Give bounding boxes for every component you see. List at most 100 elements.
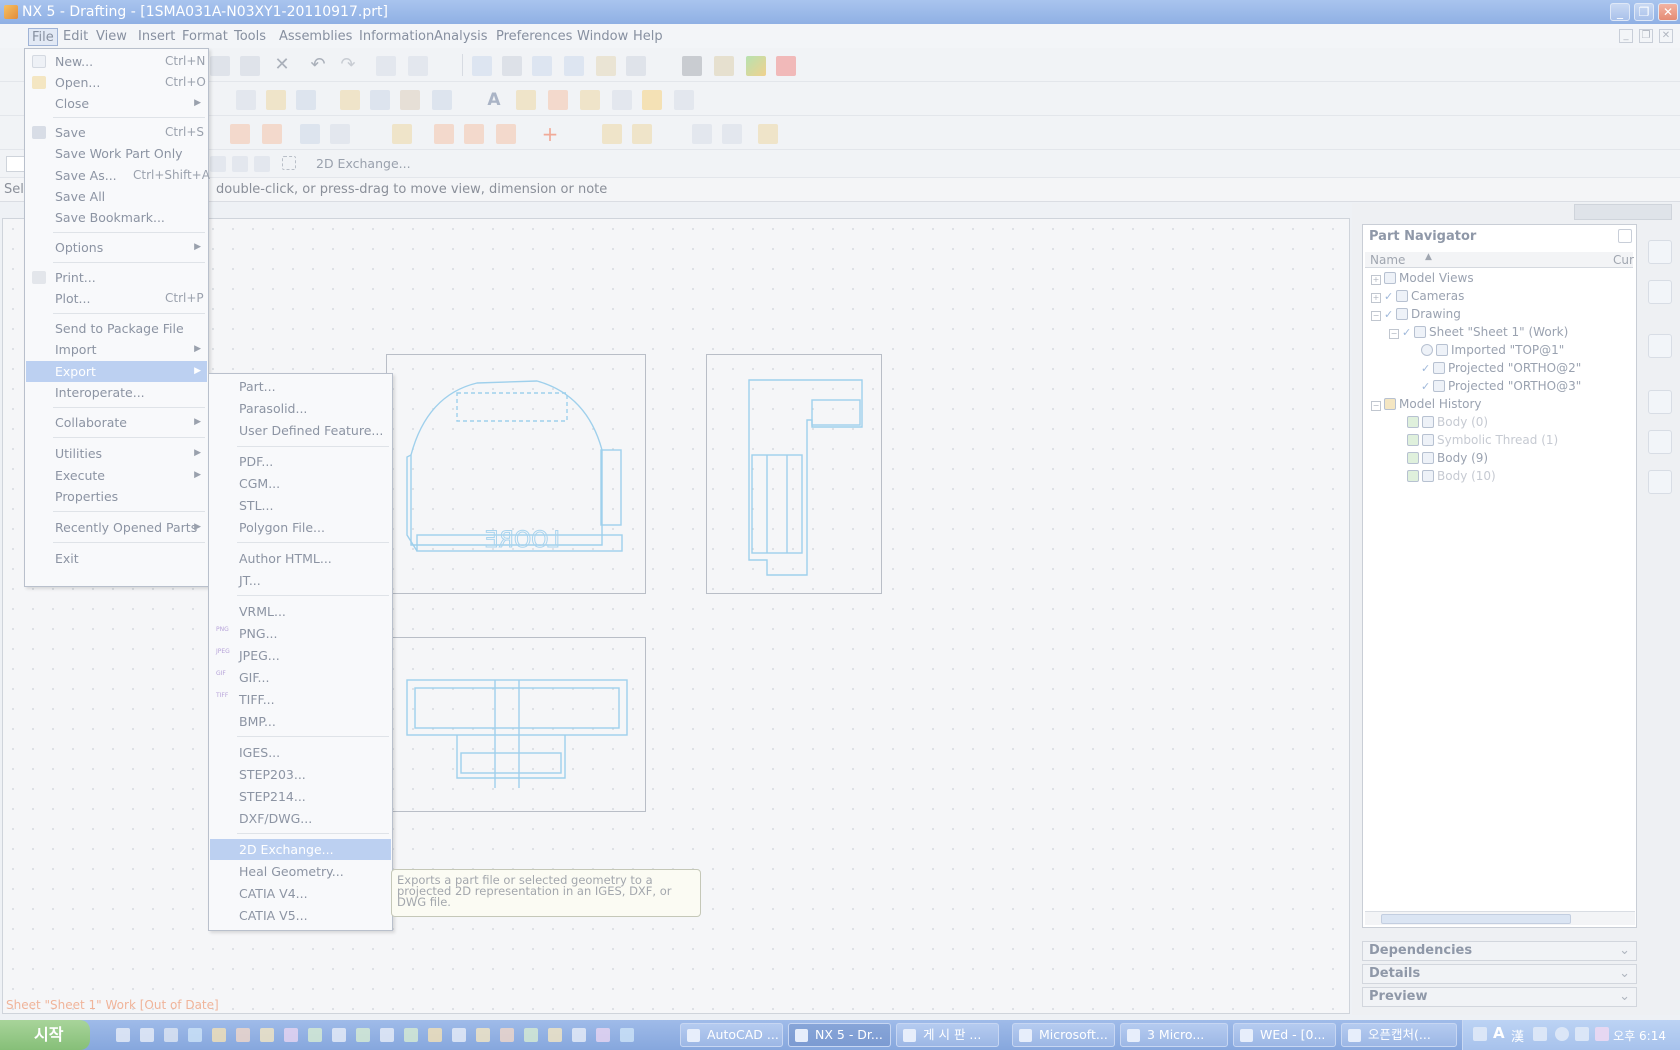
note-icon[interactable] (516, 90, 536, 110)
snap-end-icon[interactable] (232, 156, 248, 172)
preview-panel[interactable]: Preview ⌄ (1362, 987, 1637, 1007)
menu-item-execute[interactable]: Execute ▶ (26, 465, 207, 486)
export-item-png[interactable]: PNG PNG... (210, 623, 391, 644)
checkbox-icon[interactable] (1407, 470, 1419, 482)
scroll-thumb[interactable] (1381, 914, 1571, 924)
menu-item-save-bookmark[interactable]: Save Bookmark... (26, 207, 207, 228)
menu-assemblies[interactable]: Assemblies (276, 28, 355, 46)
menu-item-options[interactable]: Options ▶ (26, 237, 207, 258)
update-view-icon[interactable] (230, 124, 250, 144)
checkbox-icon[interactable] (1407, 452, 1419, 464)
zoom-window-icon[interactable] (502, 56, 522, 76)
table-edit-icon[interactable] (722, 124, 742, 144)
navigator-hscrollbar[interactable] (1365, 911, 1635, 925)
menu-item-recently-opened[interactable]: Recently Opened Parts ▶ (26, 517, 207, 538)
quicklaunch-icon[interactable] (380, 1028, 394, 1042)
menu-item-collaborate[interactable]: Collaborate ▶ (26, 412, 207, 433)
view-frame-bottom[interactable] (386, 637, 646, 812)
trim-icon[interactable] (496, 124, 516, 144)
export-item-step203[interactable]: STEP203... (210, 764, 391, 785)
taskbar-autocad[interactable]: AutoCAD ... (680, 1023, 783, 1047)
export-item-catia-v5[interactable]: CATIA V5... (210, 905, 391, 926)
quicklaunch-icon[interactable] (476, 1028, 490, 1042)
column-name[interactable]: Name (1370, 253, 1405, 267)
tray-icon[interactable] (1473, 1027, 1487, 1041)
minimize-button[interactable]: _ (1610, 3, 1630, 21)
constraint-navigator-icon[interactable] (1648, 280, 1672, 304)
details-panel[interactable]: Details ⌄ (1362, 964, 1637, 984)
ime-icon[interactable]: A (1493, 1024, 1505, 1042)
quicklaunch-icon[interactable] (236, 1028, 250, 1042)
show-desktop-icon[interactable] (116, 1028, 130, 1042)
tree-node-projected-ortho2[interactable]: ✓ Projected "ORTHO@2" (1421, 360, 1581, 376)
menu-edit[interactable]: Edit (60, 28, 91, 46)
taskbar-wed[interactable]: WEd - [0... (1233, 1023, 1336, 1047)
pan-icon[interactable] (596, 56, 616, 76)
snap-mid-icon[interactable] (254, 156, 270, 172)
menu-analysis[interactable]: Analysis (431, 28, 491, 46)
tree-node-body-0[interactable]: Body (0) (1407, 414, 1488, 430)
view-icon[interactable] (340, 90, 360, 110)
menu-item-save-work-part[interactable]: Save Work Part Only (26, 143, 207, 164)
table-icon[interactable] (642, 90, 662, 110)
tree-node-body-10[interactable]: Body (10) (1407, 468, 1496, 484)
pin-icon[interactable] (1618, 229, 1632, 243)
dimension-icon[interactable] (548, 90, 568, 110)
image-icon[interactable] (296, 90, 316, 110)
angle-icon[interactable] (632, 124, 652, 144)
menu-file[interactable]: File (28, 28, 58, 46)
checkbox-icon[interactable] (1407, 434, 1419, 446)
tree-node-cameras[interactable]: + ✓ Cameras (1371, 288, 1464, 304)
zoom-icon[interactable] (532, 56, 552, 76)
export-item-udf[interactable]: User Defined Feature... (210, 420, 391, 441)
tree-node-projected-ortho3[interactable]: ✓ Projected "ORTHO@3" (1421, 378, 1581, 394)
tree-node-sheet[interactable]: − ✓ Sheet "Sheet 1" (Work) (1389, 324, 1568, 340)
select-filter-icon[interactable] (408, 56, 428, 76)
rectangle-select-icon[interactable] (282, 156, 296, 170)
quicklaunch-icon[interactable] (140, 1028, 154, 1042)
exchange-toolbar-label[interactable]: 2D Exchange... (316, 156, 411, 171)
menu-help[interactable]: Help (630, 28, 666, 46)
pane-scrollbar[interactable] (1574, 204, 1672, 220)
part-navigator-icon[interactable] (1648, 334, 1672, 358)
arc-icon[interactable] (434, 124, 454, 144)
menu-tools[interactable]: Tools (231, 28, 269, 46)
export-item-vrml[interactable]: VRML... (210, 601, 391, 622)
menu-format[interactable]: Format (179, 28, 231, 46)
tree-node-drawing[interactable]: − ✓ Drawing (1371, 306, 1461, 322)
menu-item-close[interactable]: Close ▶ (26, 93, 207, 114)
quicklaunch-icon[interactable] (620, 1028, 634, 1042)
assembly-navigator-icon[interactable] (1648, 240, 1672, 264)
menu-preferences[interactable]: Preferences (493, 28, 575, 46)
export-item-author-html[interactable]: Author HTML... (210, 548, 391, 569)
export-item-parasolid[interactable]: Parasolid... (210, 398, 391, 419)
fit-icon[interactable] (472, 56, 492, 76)
quicklaunch-icon[interactable] (356, 1028, 370, 1042)
volume-icon[interactable] (1575, 1027, 1589, 1041)
brush-icon[interactable] (758, 124, 778, 144)
wireframe-icon[interactable] (714, 56, 734, 76)
export-item-cgm[interactable]: CGM... (210, 473, 391, 494)
quicklaunch-icon[interactable] (212, 1028, 226, 1042)
quicklaunch-icon[interactable] (404, 1028, 418, 1042)
quicklaunch-icon[interactable] (332, 1028, 346, 1042)
grid-icon[interactable] (692, 124, 712, 144)
export-item-bmp[interactable]: BMP... (210, 711, 391, 732)
quicklaunch-icon[interactable] (548, 1028, 562, 1042)
hanja-icon[interactable]: 漢 (1511, 1026, 1524, 1045)
menu-item-plot[interactable]: Plot... Ctrl+P (26, 288, 207, 309)
layer-icon[interactable] (746, 56, 766, 76)
line-icon[interactable] (392, 124, 412, 144)
redo-icon[interactable]: ↷ (338, 56, 358, 76)
menu-item-exit[interactable]: Exit (26, 548, 207, 569)
menu-item-properties[interactable]: Properties (26, 486, 207, 507)
undo-icon[interactable]: ↶ (308, 56, 328, 76)
menu-insert[interactable]: Insert (135, 28, 178, 46)
view-frame-side[interactable] (706, 354, 882, 594)
export-item-polygon[interactable]: Polygon File... (210, 517, 391, 538)
export-item-gif[interactable]: GIF GIF... (210, 667, 391, 688)
rotate-icon[interactable] (626, 56, 646, 76)
quicklaunch-icon[interactable] (284, 1028, 298, 1042)
maximize-button[interactable]: ❐ (1634, 3, 1654, 21)
taskbar-3-micro[interactable]: 3 Micro... (1120, 1023, 1228, 1047)
